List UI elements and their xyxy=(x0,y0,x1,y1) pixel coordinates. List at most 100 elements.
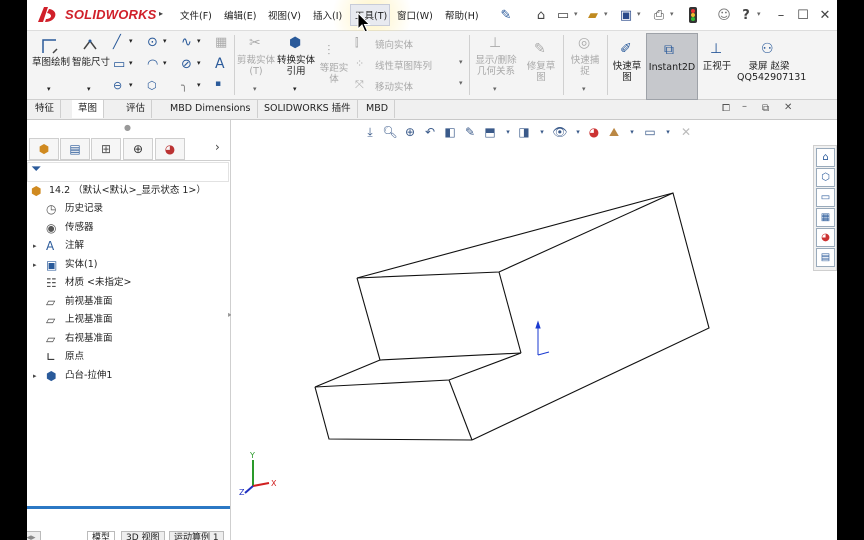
fillet-icon[interactable]: ╮ xyxy=(181,79,188,92)
panel-splitter-handle[interactable]: ● xyxy=(124,123,131,132)
appearances-icon[interactable]: ◕ xyxy=(816,228,835,247)
filter-field[interactable] xyxy=(27,162,229,182)
tree-row[interactable]: ▸ ▣ 实体(1) xyxy=(27,256,230,274)
menu-file[interactable]: 文件(F) xyxy=(180,8,212,22)
print-dropdown-icon[interactable]: ▾ xyxy=(670,10,674,18)
quick-snaps-dropdown-icon[interactable]: ▾ xyxy=(582,85,586,93)
move-dropdown-icon[interactable]: ▾ xyxy=(459,79,463,87)
traffic-light-icon[interactable] xyxy=(688,7,698,23)
open-dropdown-icon[interactable]: ▾ xyxy=(604,10,608,18)
file-explorer-icon[interactable]: ▭ xyxy=(816,188,835,207)
new-document-icon[interactable]: ▭ xyxy=(554,6,572,24)
bottom-nav-arrows[interactable]: ◂◂▸ xyxy=(27,531,41,540)
spline-icon[interactable]: ∿ xyxy=(181,35,192,50)
line-dropdown-icon[interactable]: ▾ xyxy=(129,37,133,45)
repair-sketch-button[interactable]: ✎ 修复草图 xyxy=(523,35,559,95)
menu-window[interactable]: 窗口(W) xyxy=(397,8,433,22)
sketch-dropdown-icon[interactable]: ▾ xyxy=(47,85,51,93)
tree-row[interactable]: ∟ 原点 xyxy=(27,348,230,366)
display-relations-button[interactable]: ⊥ 显示/删除几何关系 ▾ xyxy=(473,35,519,95)
home-icon[interactable]: ⌂ xyxy=(532,6,550,24)
rapid-sketch-button[interactable]: ✐ 快速草图 xyxy=(611,35,643,95)
tree-row[interactable]: ▸ ⬢ 凸台-拉伸1 xyxy=(27,367,230,385)
linear-pattern-label[interactable]: 线性草图阵列 xyxy=(375,58,432,72)
spline-dropdown-icon[interactable]: ▾ xyxy=(197,37,201,45)
logo-menu-arrow-icon[interactable]: ▸ xyxy=(159,9,163,18)
move-label[interactable]: 移动实体 xyxy=(375,79,413,93)
mirror-label[interactable]: 镜向实体 xyxy=(375,37,413,51)
polygon-icon[interactable]: ⬡ xyxy=(147,79,157,92)
offset-entities-button[interactable]: ⫶ 等距实体 xyxy=(317,35,351,95)
user-icon[interactable]: ☺ xyxy=(715,6,733,24)
tab-3d-views[interactable]: 3D 视图 xyxy=(121,531,165,540)
menu-insert[interactable]: 插入(I) xyxy=(313,8,342,22)
tab-model[interactable]: 模型 xyxy=(87,531,116,540)
window-minimize-icon[interactable]: – xyxy=(742,101,747,112)
tab-mbd[interactable]: MBD xyxy=(360,100,396,118)
menu-edit[interactable]: 编辑(E) xyxy=(224,8,256,22)
tree-row[interactable]: ▱ 前视基准面 xyxy=(27,293,230,311)
tab-motion-study[interactable]: 运动算例 1 xyxy=(169,531,224,540)
pin-icon[interactable]: ✎ xyxy=(497,6,515,24)
tree-row[interactable]: ◉ 传感器 xyxy=(27,219,230,237)
view-palette-icon[interactable]: ▦ xyxy=(816,208,835,227)
slot-icon[interactable]: ⊖ xyxy=(113,79,122,92)
tab-sketch[interactable]: 草图 xyxy=(72,100,105,118)
trim-dropdown-icon[interactable]: ▾ xyxy=(253,85,257,93)
window-restore-icon[interactable]: ⧠ xyxy=(722,103,730,114)
tree-root[interactable]: ⬢ 14.2 （默认<默认>_显示状态 1>） xyxy=(27,182,230,200)
mirror-icon[interactable]: ⫿ xyxy=(355,36,359,50)
window-tile-icon[interactable]: ⧉ xyxy=(762,103,769,114)
feature-manager-tab-icon[interactable]: ⬢ xyxy=(29,138,59,160)
line-icon[interactable]: ╱ xyxy=(113,35,121,50)
convert-dropdown-icon[interactable]: ▾ xyxy=(293,85,297,93)
tree-expand-arrow-icon[interactable]: ▸ xyxy=(33,237,37,255)
open-folder-icon[interactable]: ▰ xyxy=(584,6,602,24)
tab-evaluate[interactable]: 评估 xyxy=(120,100,153,118)
ellipse-dropdown-icon[interactable]: ▾ xyxy=(197,59,201,67)
print-icon[interactable]: ⎙ xyxy=(650,6,668,24)
tab-mbd-dimensions[interactable]: MBD Dimensions xyxy=(164,100,258,118)
grid-icon[interactable]: ▦ xyxy=(215,35,227,50)
tab-features[interactable]: 特征 xyxy=(29,100,62,118)
model-view[interactable] xyxy=(231,120,837,540)
tree-row[interactable]: ◷ 历史记录 xyxy=(27,200,230,218)
slot-dropdown-icon[interactable]: ▾ xyxy=(129,81,133,89)
fillet-dropdown-icon[interactable]: ▾ xyxy=(197,81,201,89)
recorder-button[interactable]: ⚇ 录屏 赵梁 QQ542907131 xyxy=(737,35,806,95)
help-icon[interactable]: ? xyxy=(737,6,755,24)
panel-expand-arrow-icon[interactable]: › xyxy=(215,140,220,154)
ellipse-icon[interactable]: ⊘ xyxy=(181,57,192,72)
tree-row[interactable]: ▸ A 注解 xyxy=(27,237,230,255)
menu-view[interactable]: 视图(V) xyxy=(268,8,301,22)
circle-icon[interactable]: ⊙ xyxy=(147,35,158,50)
circle-dropdown-icon[interactable]: ▾ xyxy=(163,37,167,45)
arc-dropdown-icon[interactable]: ▾ xyxy=(163,59,167,67)
pattern-dropdown-icon[interactable]: ▾ xyxy=(459,58,463,66)
save-icon[interactable]: ▣ xyxy=(617,6,635,24)
close-icon[interactable]: ✕ xyxy=(816,6,834,24)
window-close-icon[interactable]: ✕ xyxy=(784,102,792,113)
tree-expand-arrow-icon[interactable]: ▸ xyxy=(33,256,37,274)
point-icon[interactable]: ▪ xyxy=(215,79,221,89)
quick-snaps-button[interactable]: ◎ 快速捕捉 ▾ xyxy=(567,35,603,95)
save-dropdown-icon[interactable]: ▾ xyxy=(637,10,641,18)
arc-icon[interactable]: ◠ xyxy=(147,57,158,72)
linear-pattern-icon[interactable]: ⁘ xyxy=(355,57,364,70)
tree-expand-arrow-icon[interactable]: ▸ xyxy=(33,367,37,385)
configuration-manager-tab-icon[interactable]: ⊞ xyxy=(91,138,121,160)
custom-properties-icon[interactable]: ▤ xyxy=(816,248,835,267)
new-dropdown-icon[interactable]: ▾ xyxy=(574,10,578,18)
tree-row[interactable]: ▱ 上视基准面 xyxy=(27,311,230,329)
instant2d-button[interactable]: ⧉ Instant2D xyxy=(646,33,698,100)
relations-dropdown-icon[interactable]: ▾ xyxy=(493,85,497,93)
design-library-icon[interactable]: ⬡ xyxy=(816,168,835,187)
rectangle-icon[interactable]: ▭ xyxy=(113,57,125,72)
property-manager-tab-icon[interactable]: ▤ xyxy=(60,138,90,160)
sketch-button[interactable]: 草图绘制 ▾ xyxy=(31,35,70,95)
smart-dimension-dropdown-icon[interactable]: ▾ xyxy=(87,85,91,93)
dimxpert-tab-icon[interactable]: ⊕ xyxy=(123,138,153,160)
display-manager-tab-icon[interactable]: ◕ xyxy=(155,138,185,160)
tree-row[interactable]: ▱ 右视基准面 xyxy=(27,330,230,348)
minimize-icon[interactable]: – xyxy=(772,6,790,24)
